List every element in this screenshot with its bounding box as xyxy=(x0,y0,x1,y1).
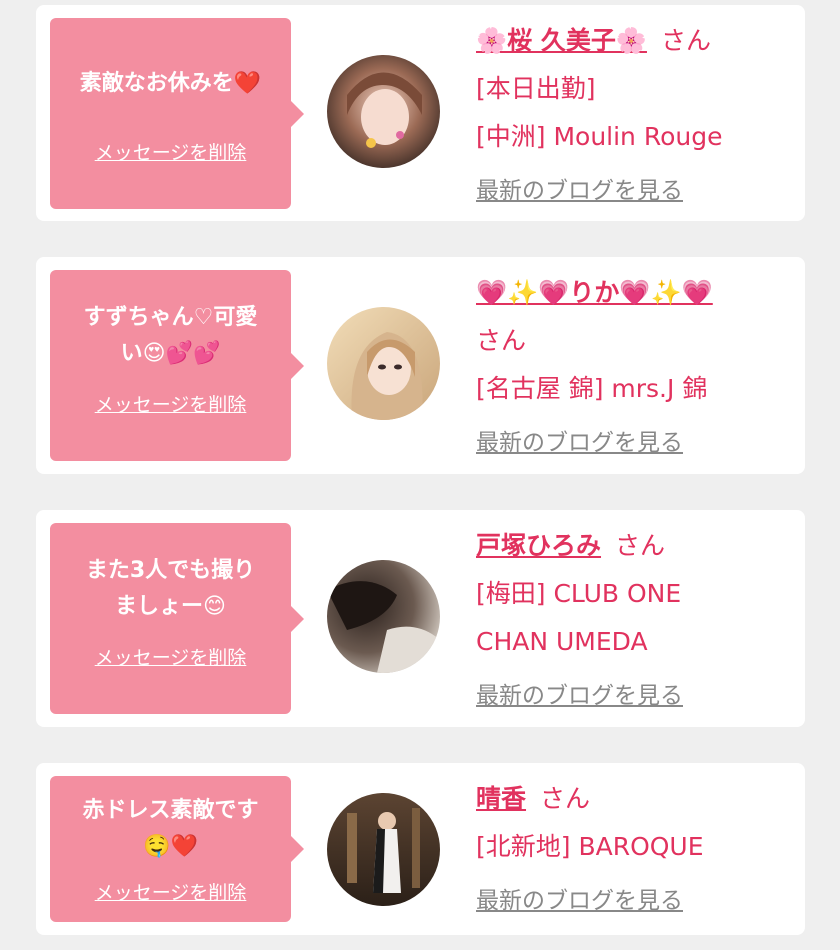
message-bubble: また3人でも撮り ましょー😊 メッセージを削除 xyxy=(50,523,304,714)
message-text: また3人でも撮り ましょー😊 xyxy=(60,541,281,637)
delete-message-link[interactable]: メッセージを削除 xyxy=(95,390,247,417)
avatar-photo xyxy=(327,55,440,168)
shop-name: [名古屋 錦] mrs.J 錦 xyxy=(476,374,708,403)
shop-name-continued: CHAN UMEDA xyxy=(476,627,648,656)
message-bubble: 赤ドレス素敵です 🤤❤️ メッセージを削除 xyxy=(50,776,304,922)
sender-name-link[interactable]: 🌸桜 久美子🌸 xyxy=(476,26,647,55)
message-bubble: 素敵なお休みを❤️ メッセージを削除 xyxy=(50,18,304,209)
sender-name-link[interactable]: 💗✨💗りか💗✨💗 xyxy=(476,278,713,307)
sender-name-line: 💗✨💗りか💗✨💗 xyxy=(476,269,801,317)
latest-blog-link[interactable]: 最新のブログを見る xyxy=(476,877,683,925)
message-text: 素敵なお休みを❤️ xyxy=(60,36,281,132)
message-card: すずちゃん♡可愛 い😍💕💕 メッセージを削除 💗✨💗りか💗✨💗 さん [名古屋 … xyxy=(36,257,805,474)
sender-info: 晴香 さん [北新地] BAROQUE 最新のブログを見る xyxy=(476,775,801,925)
work-status: [本日出勤] xyxy=(476,74,596,103)
avatar[interactable] xyxy=(327,560,440,673)
delete-message-link[interactable]: メッセージを削除 xyxy=(95,643,247,670)
message-card: また3人でも撮り ましょー😊 メッセージを削除 戸塚ひろみ さん [梅田] CL… xyxy=(36,510,805,727)
sender-info: 💗✨💗りか💗✨💗 さん [名古屋 錦] mrs.J 錦 最新のブログを見る xyxy=(476,269,801,467)
message-text: 赤ドレス素敵です 🤤❤️ xyxy=(60,786,281,872)
sender-name-line: 晴香 さん xyxy=(476,775,801,823)
shop-name: [中洲] Moulin Rouge xyxy=(476,122,723,151)
avatar[interactable] xyxy=(327,55,440,168)
message-line: また3人でも撮り xyxy=(85,558,256,583)
message-bubble: すずちゃん♡可愛 い😍💕💕 メッセージを削除 xyxy=(50,270,304,461)
avatar[interactable] xyxy=(327,307,440,420)
sender-info: 🌸桜 久美子🌸 さん [本日出勤] [中洲] Moulin Rouge 最新のブロ… xyxy=(476,17,801,215)
avatar-photo xyxy=(327,793,440,906)
latest-blog-link[interactable]: 最新のブログを見る xyxy=(476,672,683,720)
latest-blog-link[interactable]: 最新のブログを見る xyxy=(476,419,683,467)
sender-name-line: 戸塚ひろみ さん xyxy=(476,522,801,570)
shop-name: [北新地] BAROQUE xyxy=(476,832,704,861)
delete-message-link[interactable]: メッセージを削除 xyxy=(95,878,247,905)
message-line: ましょー😊 xyxy=(115,594,226,619)
honorific-label: さん xyxy=(476,326,527,355)
latest-blog-link[interactable]: 最新のブログを見る xyxy=(476,167,683,215)
honorific-label: さん xyxy=(615,531,666,560)
sender-info: 戸塚ひろみ さん [梅田] CLUB ONE CHAN UMEDA 最新のブログを… xyxy=(476,522,801,720)
message-list: 素敵なお休みを❤️ メッセージを削除 🌸桜 久美子🌸 さん [本日出勤] [中洲… xyxy=(36,0,805,935)
sender-name-line: 🌸桜 久美子🌸 さん xyxy=(476,17,801,65)
avatar-photo xyxy=(327,560,440,673)
message-line: 赤ドレス素敵です xyxy=(82,798,259,823)
honorific-label: さん xyxy=(660,26,711,55)
message-line: い😍💕💕 xyxy=(120,341,221,366)
honorific-label: さん xyxy=(540,784,591,813)
delete-message-link[interactable]: メッセージを削除 xyxy=(95,138,247,165)
sender-name-link[interactable]: 晴香 xyxy=(476,784,526,813)
sender-name-link[interactable]: 戸塚ひろみ xyxy=(476,531,601,560)
message-card: 素敵なお休みを❤️ メッセージを削除 🌸桜 久美子🌸 さん [本日出勤] [中洲… xyxy=(36,5,805,221)
avatar-photo xyxy=(327,307,440,420)
shop-name: [梅田] CLUB ONE xyxy=(476,579,682,608)
message-card: 赤ドレス素敵です 🤤❤️ メッセージを削除 晴香 さん [北新地] BAROQU… xyxy=(36,763,805,935)
message-line: 🤤❤️ xyxy=(143,834,198,859)
message-line: すずちゃん♡可愛 xyxy=(83,305,258,330)
message-text: すずちゃん♡可愛 い😍💕💕 xyxy=(60,288,281,384)
message-line: 素敵なお休みを❤️ xyxy=(79,71,262,96)
avatar[interactable] xyxy=(327,793,440,906)
